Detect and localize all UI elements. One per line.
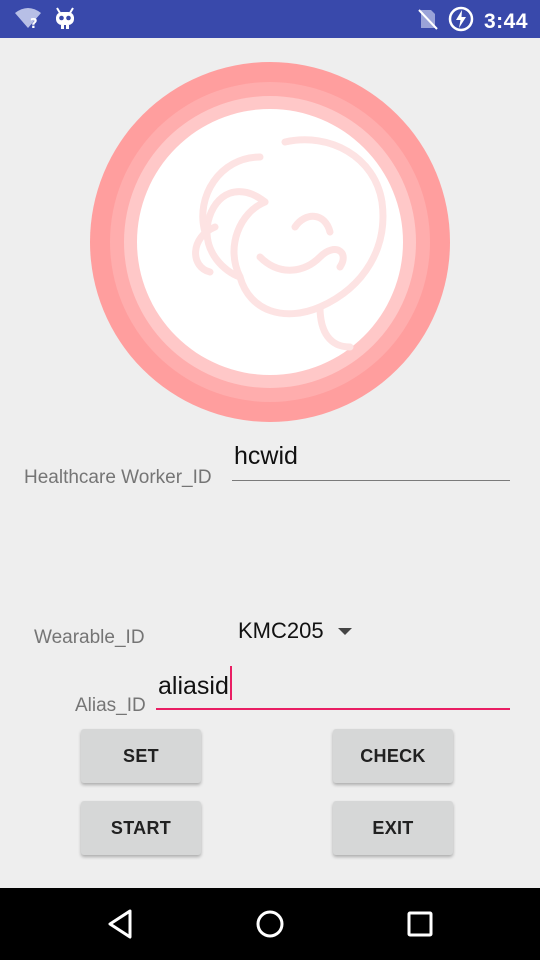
dropdown-arrow-icon bbox=[337, 627, 352, 635]
exit-button[interactable]: EXIT bbox=[333, 801, 453, 855]
home-icon[interactable] bbox=[252, 906, 288, 942]
check-button[interactable]: CHECK bbox=[333, 729, 453, 783]
alias-field[interactable]: aliasid bbox=[156, 666, 510, 710]
start-button[interactable]: START bbox=[81, 801, 201, 855]
wearable-selected-value: KMC205 bbox=[238, 618, 324, 643]
no-sim-icon bbox=[418, 7, 438, 36]
recents-icon[interactable] bbox=[402, 906, 438, 942]
status-time: 3:44 bbox=[483, 9, 528, 33]
debug-icon bbox=[54, 6, 76, 35]
wearable-label: Wearable_ID bbox=[34, 627, 145, 648]
svg-text:?: ? bbox=[30, 17, 38, 30]
healthcare-worker-field[interactable]: hcwid bbox=[232, 437, 510, 481]
battery-charging-icon bbox=[448, 6, 474, 37]
wifi-unknown-icon: ? bbox=[14, 6, 42, 35]
status-bar: ? 3:44 bbox=[0, 0, 540, 38]
back-icon[interactable] bbox=[102, 906, 138, 942]
navigation-bar bbox=[0, 888, 540, 960]
text-cursor bbox=[229, 666, 232, 700]
app-logo bbox=[90, 62, 450, 422]
alias-value: aliasid bbox=[158, 672, 229, 700]
fetus-logo-icon bbox=[90, 62, 450, 422]
wearable-spinner[interactable]: KMC205 bbox=[238, 612, 352, 650]
healthcare-worker-label: Healthcare Worker_ID bbox=[24, 467, 212, 488]
healthcare-worker-value: hcwid bbox=[234, 442, 298, 470]
set-button[interactable]: SET bbox=[81, 729, 201, 783]
alias-label: Alias_ID bbox=[75, 695, 146, 716]
